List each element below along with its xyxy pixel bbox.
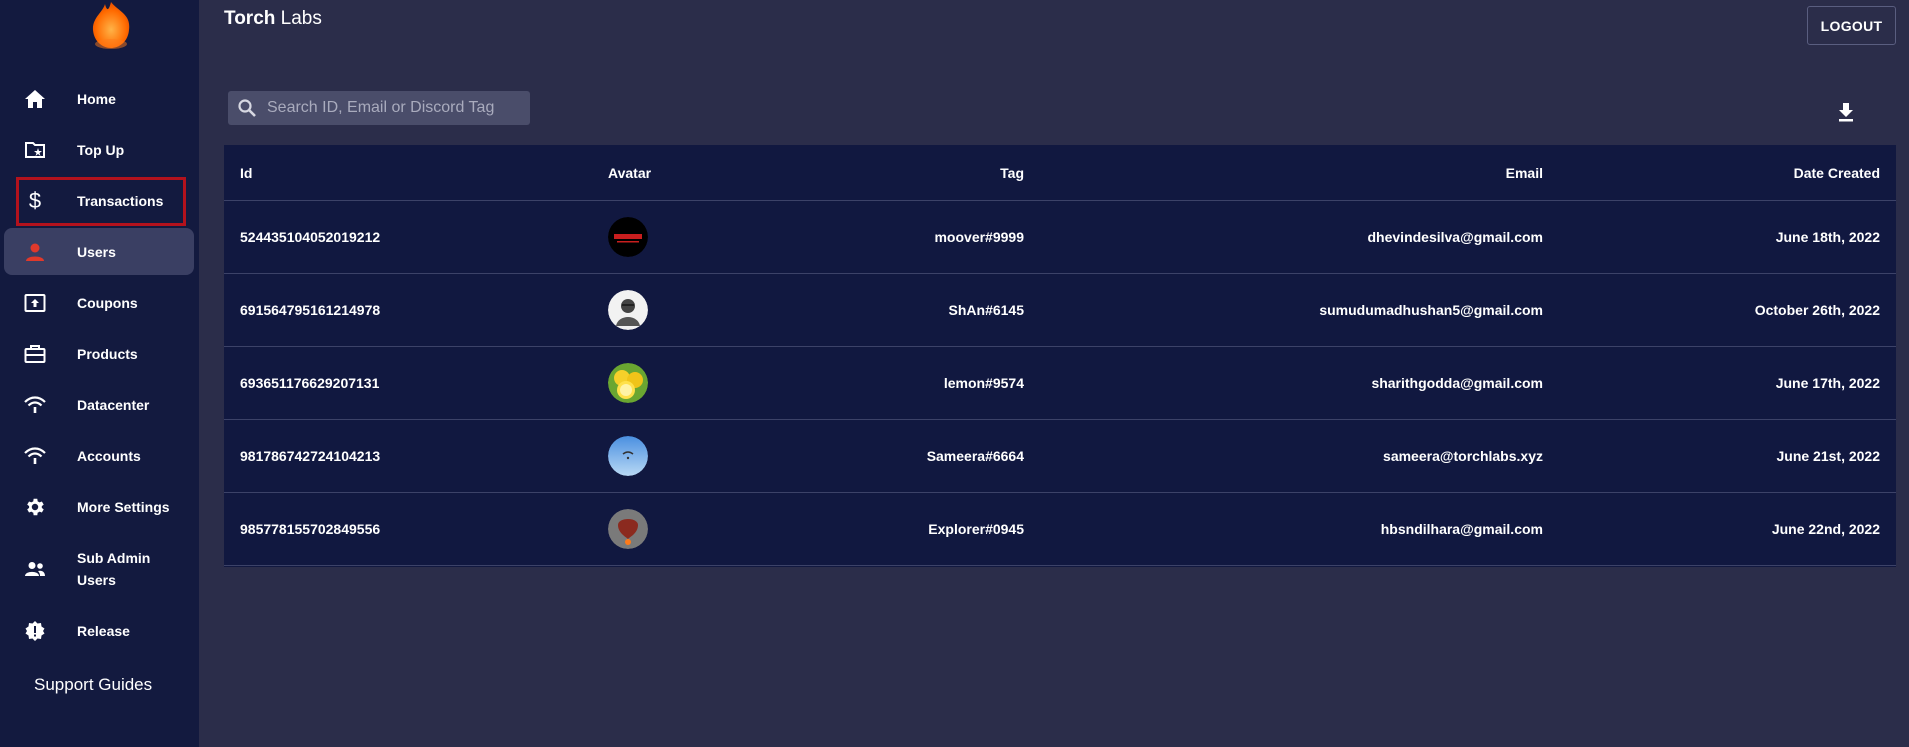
user-date-created: June 18th, 2022: [1775, 229, 1880, 245]
app-title: Torch Labs: [224, 8, 322, 30]
wifi-icon: [22, 392, 48, 418]
sidebar-item-label: Accounts: [77, 447, 141, 464]
user-id: 981786742724104213: [240, 448, 381, 464]
sidebar-item-label: Transactions: [77, 192, 164, 209]
user-email: hbsndilhara@gmail.com: [1380, 521, 1543, 537]
user-email: dhevindesilva@gmail.com: [1367, 229, 1544, 245]
sidebar-item-sub-admin-users[interactable]: Sub Admin Users: [4, 545, 194, 592]
user-tag: Sameera#6664: [926, 448, 1024, 464]
gear-icon: [22, 494, 48, 520]
sidebar-item-datacenter[interactable]: Datacenter: [4, 381, 194, 428]
sidebar-item-accounts[interactable]: Accounts: [4, 432, 194, 479]
home-icon: [22, 86, 48, 112]
table-row[interactable]: 693651176629207131 lemon#9574 sharithgod…: [224, 347, 1896, 420]
table-header-row: Id Avatar Tag Email Date Created: [224, 145, 1896, 201]
wifi-icon: [22, 443, 48, 469]
dollar-icon: $: [28, 187, 42, 213]
sidebar-item-users[interactable]: Users: [4, 228, 194, 275]
user-avatar: [608, 509, 648, 549]
brand-bold: Torch: [224, 8, 276, 29]
sidebar-item-label: More Settings: [77, 498, 170, 515]
user-id: 693651176629207131: [240, 375, 380, 391]
sidebar-item-transactions[interactable]: $ Transactions: [4, 177, 194, 226]
sidebar-item-home[interactable]: Home: [4, 75, 194, 122]
search-icon: [237, 98, 257, 123]
users-table: Id Avatar Tag Email Date Created 5244351…: [224, 145, 1896, 567]
folder-star-icon: [22, 137, 48, 163]
brand-rest: Labs: [275, 8, 322, 29]
user-id: 524435104052019212: [240, 229, 381, 245]
sidebar-item-products[interactable]: Products: [4, 330, 194, 377]
user-avatar: [608, 436, 648, 476]
user-date-created: June 17th, 2022: [1775, 375, 1880, 391]
sidebar-item-coupons[interactable]: Coupons: [4, 279, 194, 326]
alert-badge-icon: [22, 618, 48, 644]
person-icon: [22, 239, 48, 265]
sidebar-item-label: Datacenter: [77, 396, 150, 413]
sidebar-item-release[interactable]: Release: [4, 607, 194, 654]
upload-box-icon: [22, 290, 48, 316]
table-row[interactable]: 691564795161214978 ShAn#6145 sumudumadhu…: [224, 274, 1896, 347]
sidebar-item-label: Sub Admin Users: [77, 549, 151, 588]
briefcase-icon: [22, 341, 48, 367]
user-avatar: [608, 217, 648, 257]
user-date-created: June 21st, 2022: [1776, 448, 1880, 464]
sidebar-item-more-settings[interactable]: More Settings: [4, 483, 194, 530]
table-row[interactable]: 524435104052019212 moover#9999 dhevindes…: [224, 201, 1896, 274]
sidebar-item-label: Products: [77, 345, 138, 362]
column-header-tag[interactable]: Tag: [1000, 165, 1024, 181]
user-email: sameera@torchlabs.xyz: [1383, 448, 1543, 464]
download-icon[interactable]: [1836, 101, 1856, 123]
column-header-email[interactable]: Email: [1506, 165, 1543, 181]
search-input[interactable]: [267, 91, 522, 125]
user-avatar: [608, 290, 648, 330]
sidebar-item-label: Top Up: [77, 141, 125, 158]
user-email: sharithgodda@gmail.com: [1371, 375, 1543, 391]
sidebar-item-top-up[interactable]: Top Up: [4, 126, 194, 173]
user-email: sumudumadhushan5@gmail.com: [1319, 302, 1543, 318]
logout-button[interactable]: LOGOUT: [1807, 6, 1896, 45]
sidebar-item-label: Coupons: [77, 294, 138, 311]
column-header-avatar[interactable]: Avatar: [608, 165, 651, 181]
sidebar: Home Top Up $ Transactions Users Coupons…: [0, 0, 199, 747]
table-row[interactable]: 985778155702849556 Explorer#0945 hbsndil…: [224, 493, 1896, 566]
group-icon: [22, 556, 48, 582]
support-guides-link[interactable]: Support Guides: [34, 675, 152, 695]
sidebar-item-label: Release: [77, 622, 130, 639]
user-tag: lemon#9574: [943, 375, 1024, 391]
column-header-date-created[interactable]: Date Created: [1794, 165, 1880, 181]
user-id: 691564795161214978: [240, 302, 381, 318]
user-avatar: [608, 363, 648, 403]
sidebar-item-label: Users: [77, 243, 116, 260]
user-tag: ShAn#6145: [948, 302, 1024, 318]
table-row[interactable]: 981786742724104213 Sameera#6664 sameera@…: [224, 420, 1896, 493]
column-header-id[interactable]: Id: [240, 165, 252, 181]
sidebar-item-label: Home: [77, 90, 116, 107]
user-id: 985778155702849556: [240, 521, 381, 537]
user-tag: moover#9999: [934, 229, 1024, 245]
search-box[interactable]: [228, 91, 530, 125]
user-date-created: October 26th, 2022: [1754, 302, 1880, 318]
user-tag: Explorer#0945: [928, 521, 1024, 537]
torch-flame-logo[interactable]: [83, 0, 139, 52]
user-date-created: June 22nd, 2022: [1771, 521, 1880, 537]
